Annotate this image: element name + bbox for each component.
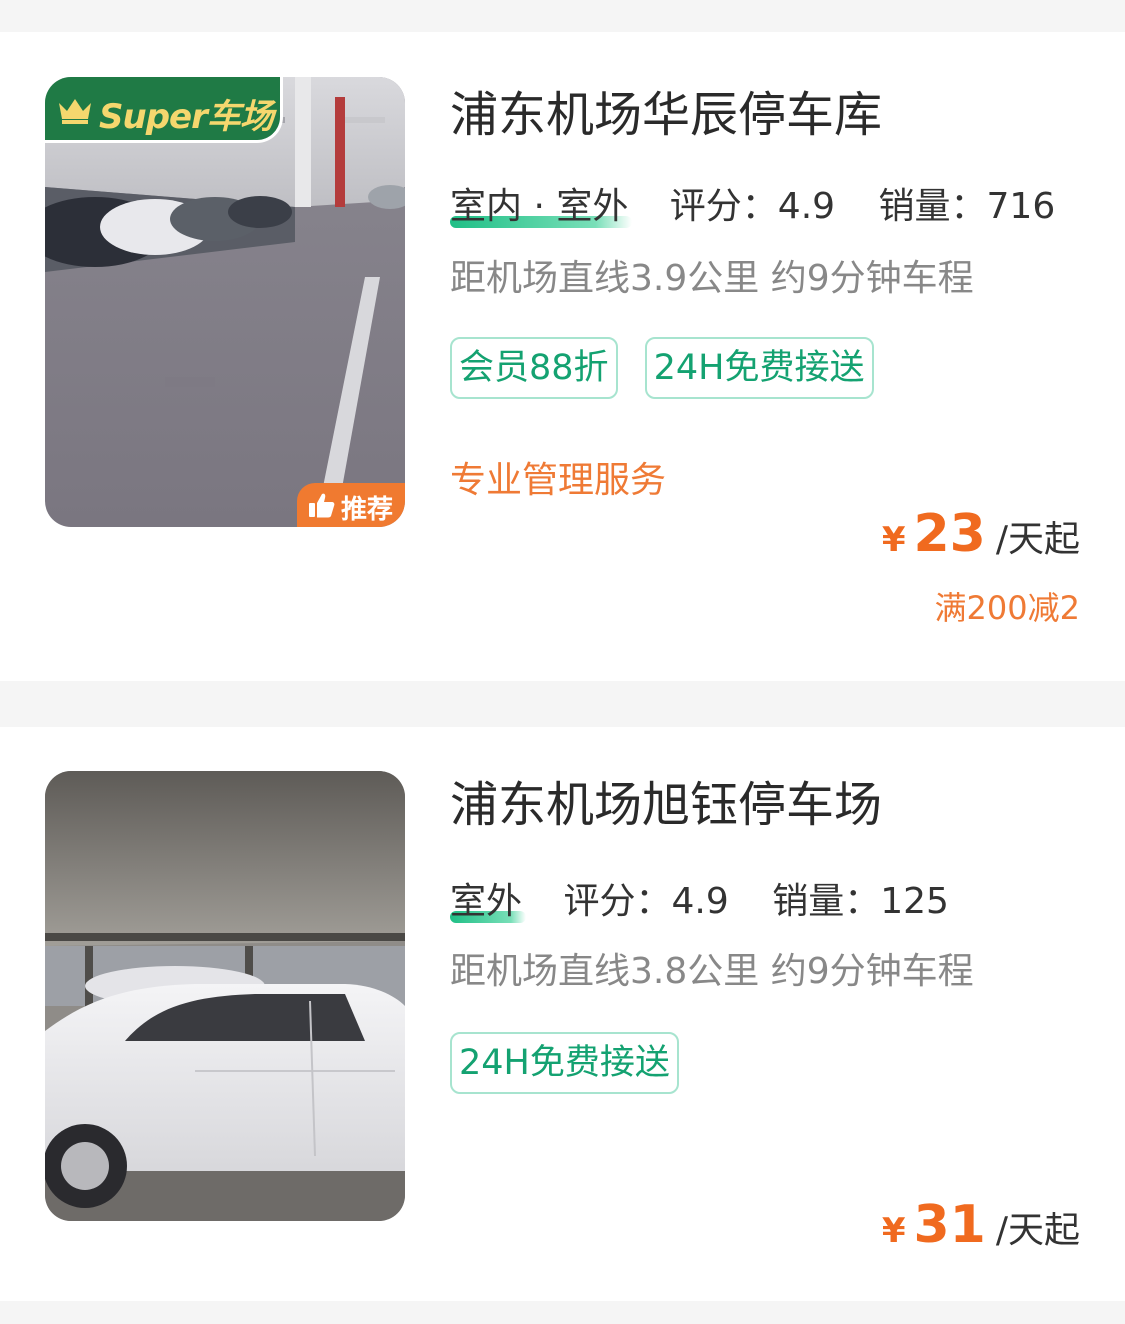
price-unit: /天起: [995, 519, 1080, 560]
sales-text: 销量：716: [878, 186, 1056, 227]
indoor-garage-photo: [45, 77, 405, 527]
price-display: ¥31/天起: [882, 1195, 1080, 1255]
price-amount: 23: [913, 504, 986, 564]
rating-text: 评分：4.9: [563, 881, 729, 922]
super-parking-badge: Super车场: [45, 77, 283, 143]
listing-photo[interactable]: Super车场 推荐: [45, 77, 405, 527]
currency-symbol: ¥: [881, 1211, 906, 1251]
covered-carport-photo: [45, 771, 405, 1221]
location-type: 室内 · 室外: [450, 184, 633, 230]
member-discount-tag: 会员88折: [450, 337, 618, 399]
free-shuttle-tag: 24H免费接送: [644, 337, 874, 399]
parking-listing-card[interactable]: 浦东机场旭钰停车场 室外 评分：4.9 销量：125 距机场直线3.8公里 约9…: [0, 727, 1125, 1301]
sales-text: 销量：125: [772, 881, 949, 922]
crown-icon: [59, 99, 91, 124]
thumbs-up-icon: [309, 493, 335, 518]
distance-text: 距机场直线3.8公里 约9分钟车程: [450, 951, 974, 992]
listing-photo[interactable]: [45, 771, 405, 1221]
listing-meta: 室内 · 室外 评分：4.9 销量：716: [450, 184, 1055, 230]
location-type: 室外: [450, 879, 527, 925]
listing-meta: 室外 评分：4.9 销量：125: [450, 879, 949, 925]
location-type-text: 室外: [450, 881, 523, 922]
listing-title[interactable]: 浦东机场旭钰停车场: [450, 777, 882, 833]
feature-tags: 24H免费接送: [450, 1032, 701, 1098]
distance-text: 距机场直线3.9公里 约9分钟车程: [450, 258, 974, 299]
listing-title[interactable]: 浦东机场华辰停车库: [450, 87, 882, 143]
price-unit: /天起: [995, 1210, 1080, 1251]
service-text: 专业管理服务: [450, 460, 667, 501]
recommend-tag: 推荐: [297, 483, 405, 527]
rating-text: 评分：4.9: [669, 186, 836, 227]
feature-tags: 会员88折 24H免费接送: [450, 337, 896, 403]
currency-symbol: ¥: [881, 520, 906, 560]
price-amount: 31: [913, 1195, 986, 1255]
parking-listing-card[interactable]: Super车场 推荐 浦东机场华辰停车库 室内 · 室外 评分：4.9 销量：7…: [0, 32, 1125, 681]
recommend-label: 推荐: [341, 495, 394, 525]
badge-label: Super车场: [99, 97, 274, 137]
free-shuttle-tag: 24H免费接送: [450, 1032, 679, 1094]
location-type-text: 室内 · 室外: [450, 186, 629, 227]
discount-text: 满200减2: [934, 589, 1080, 627]
price-display: ¥23/天起: [882, 504, 1080, 564]
